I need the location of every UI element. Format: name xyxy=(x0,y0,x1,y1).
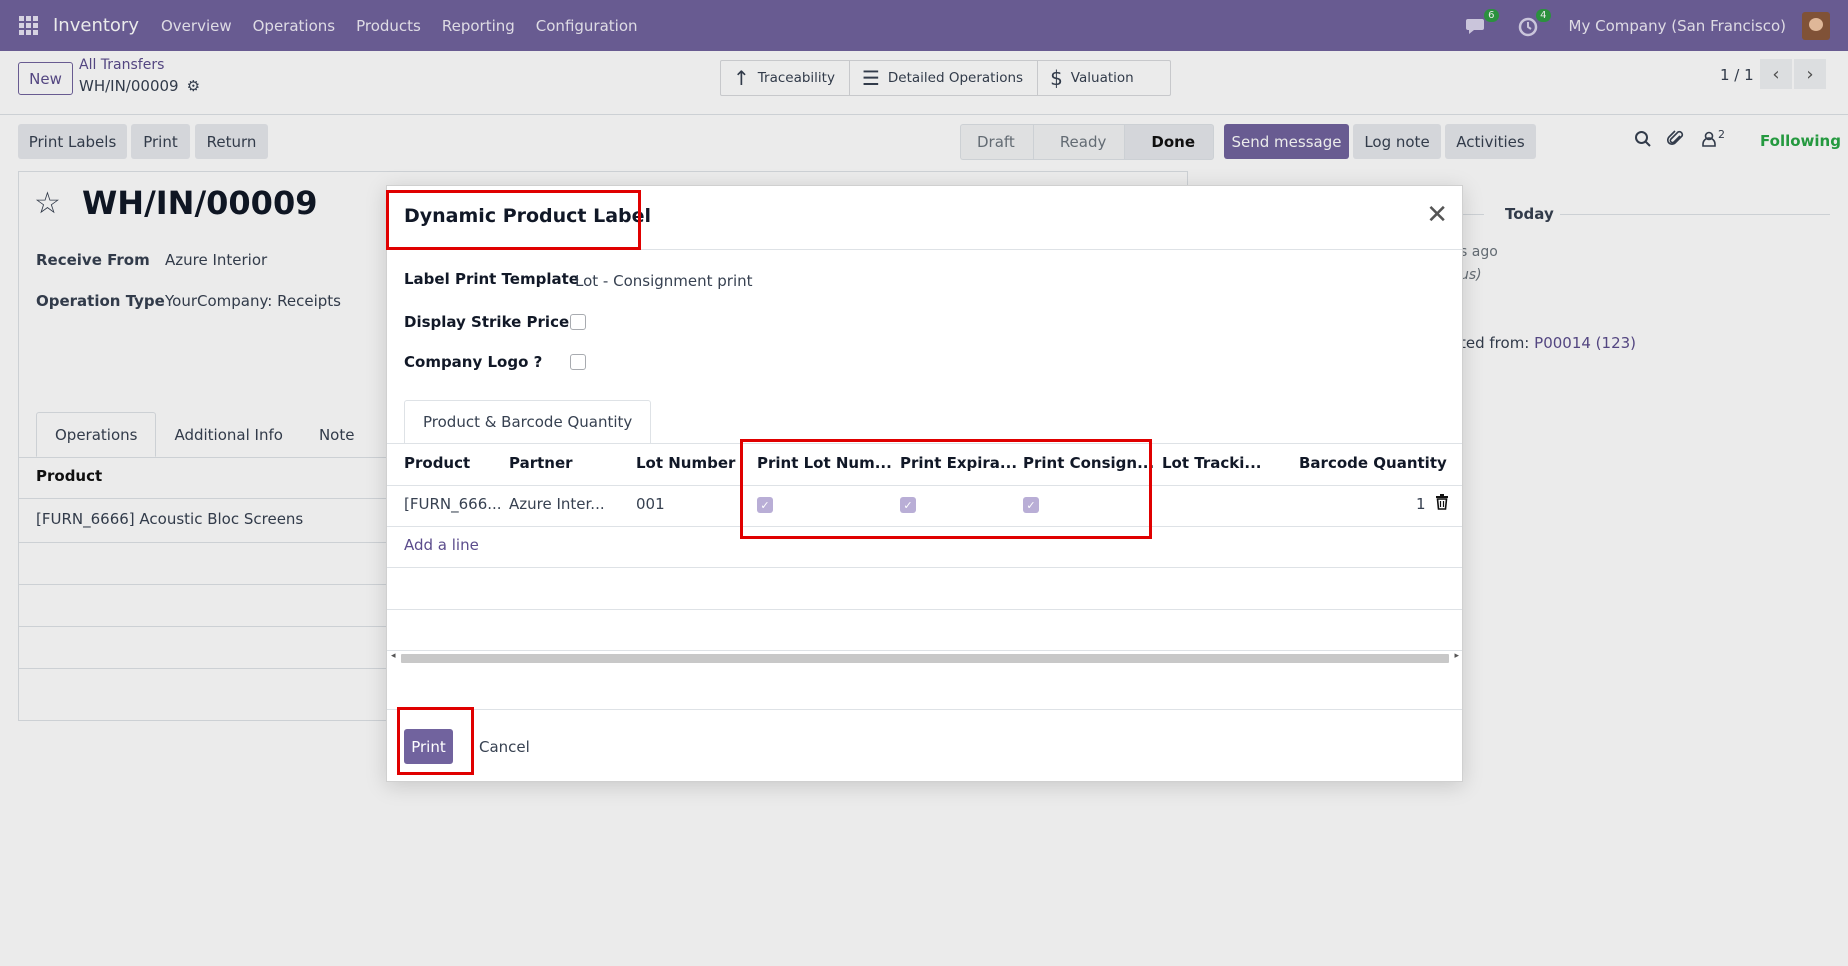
row-product[interactable]: [FURN_666... xyxy=(404,495,502,513)
header-divider xyxy=(387,485,1462,486)
print-expiration-checkbox[interactable]: ✓ xyxy=(900,497,916,513)
print-lot-number-checkbox[interactable]: ✓ xyxy=(757,497,773,513)
label-template-label: Label Print Template xyxy=(404,270,579,288)
row-divider xyxy=(387,526,1462,527)
strike-price-checkbox[interactable] xyxy=(570,314,586,330)
col-barcode-quantity[interactable]: Barcode Quantity xyxy=(1299,454,1447,472)
scroll-left-icon[interactable]: ◂ xyxy=(391,651,396,661)
tab-divider xyxy=(387,443,1462,444)
company-logo-label: Company Logo ? xyxy=(404,353,543,371)
col-print-expiration[interactable]: Print Expira... xyxy=(900,454,1017,472)
horizontal-scrollbar[interactable]: ◂ ▸ xyxy=(391,651,1459,665)
print-consignment-checkbox[interactable]: ✓ xyxy=(1023,497,1039,513)
col-print-consignment[interactable]: Print Consign... xyxy=(1023,454,1154,472)
row-lot-number[interactable]: 001 xyxy=(636,495,665,513)
col-product[interactable]: Product xyxy=(404,454,470,472)
col-print-lot-number[interactable]: Print Lot Num... xyxy=(757,454,892,472)
dynamic-product-label-dialog: Dynamic Product Label ✕ Label Print Temp… xyxy=(386,185,1463,782)
col-partner[interactable]: Partner xyxy=(509,454,573,472)
row-partner[interactable]: Azure Inter... xyxy=(509,495,605,513)
row-barcode-quantity[interactable]: 1 xyxy=(1416,495,1426,513)
strike-price-label: Display Strike Price ? xyxy=(404,313,584,331)
modal-footer-divider xyxy=(387,709,1462,710)
row-divider xyxy=(387,609,1462,610)
trash-icon[interactable] xyxy=(1435,494,1449,514)
col-lot-tracking[interactable]: Lot Tracki... xyxy=(1162,454,1261,472)
scrollbar-thumb[interactable] xyxy=(401,654,1449,663)
print-button[interactable]: Print xyxy=(404,729,453,764)
cancel-button[interactable]: Cancel xyxy=(479,738,530,756)
label-template-field[interactable]: Lot - Consignment print xyxy=(575,272,753,290)
company-logo-checkbox[interactable] xyxy=(570,354,586,370)
tab-product-barcode-quantity[interactable]: Product & Barcode Quantity xyxy=(404,400,652,444)
row-divider xyxy=(387,567,1462,568)
add-a-line-link[interactable]: Add a line xyxy=(404,536,479,554)
modal-title: Dynamic Product Label xyxy=(404,205,652,227)
scroll-right-icon[interactable]: ▸ xyxy=(1454,651,1459,661)
modal-header: Dynamic Product Label ✕ xyxy=(387,186,1462,250)
close-icon[interactable]: ✕ xyxy=(1426,202,1448,228)
col-lot-number[interactable]: Lot Number xyxy=(636,454,735,472)
